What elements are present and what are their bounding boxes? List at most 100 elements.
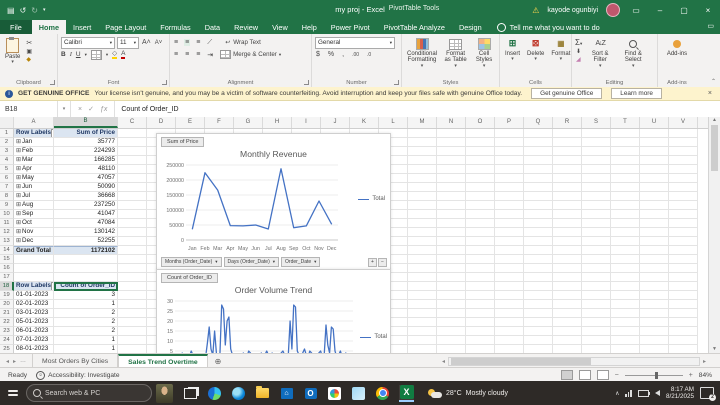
cell-Q13[interactable] [524,237,553,246]
cell-V16[interactable] [669,264,698,273]
cell-Q1[interactable] [524,129,553,138]
cell-R8[interactable] [553,192,582,201]
tab-review[interactable]: Review [227,20,265,34]
cell-M10[interactable] [408,210,437,219]
decrease-decimal-icon[interactable]: .0 [366,52,372,58]
expand-icon[interactable]: ⊞ [16,192,21,200]
formula-input[interactable]: Count of Order_ID [115,101,178,117]
cell-M24[interactable] [408,336,437,345]
cell-M12[interactable] [408,228,437,237]
cell-Q3[interactable] [524,147,553,156]
column-header-M[interactable]: M [408,117,437,128]
cell-P12[interactable] [495,228,524,237]
cell-T20[interactable] [611,300,640,309]
cell-U10[interactable] [640,210,669,219]
page-break-view-button[interactable] [597,370,609,380]
cell-P9[interactable] [495,201,524,210]
cell-M4[interactable] [408,156,437,165]
cell-C22[interactable] [118,318,147,327]
cell-U19[interactable] [640,291,669,300]
cell-T13[interactable] [611,237,640,246]
tray-overflow-icon[interactable]: ∧ [615,390,619,397]
column-header-G[interactable]: G [234,117,263,128]
cell-A11[interactable]: ⊞Oct [14,219,54,228]
cell-P11[interactable] [495,219,524,228]
accessibility-status[interactable]: ☺ Accessibility: Investigate [36,371,119,380]
cell-Q22[interactable] [524,318,553,327]
cell-U5[interactable] [640,165,669,174]
cell-A23[interactable]: 06-01-2023 [14,327,54,336]
cell-C1[interactable] [118,129,147,138]
cell-U6[interactable] [640,174,669,183]
cell-C8[interactable] [118,192,147,201]
cell-P15[interactable] [495,255,524,264]
cell-O17[interactable] [466,273,495,282]
font-size-select[interactable]: 11▾ [117,37,139,49]
cell-U4[interactable] [640,156,669,165]
cell-B23[interactable]: 2 [54,327,118,336]
cell-S23[interactable] [582,327,611,336]
cut-icon[interactable]: ✂ [25,39,33,47]
cell-V25[interactable] [669,345,698,353]
vertical-scrollbar[interactable]: ▲ ▼ [708,117,720,353]
cell-N6[interactable] [437,174,466,183]
cell-C3[interactable] [118,147,147,156]
cell-M23[interactable] [408,327,437,336]
cell-V8[interactable] [669,192,698,201]
cell-Q7[interactable] [524,183,553,192]
battery-icon[interactable] [638,390,649,397]
cell-V7[interactable] [669,183,698,192]
cell-T15[interactable] [611,255,640,264]
cell-M3[interactable] [408,147,437,156]
cell-Q8[interactable] [524,192,553,201]
cell-Q18[interactable] [524,282,553,291]
cell-M6[interactable] [408,174,437,183]
expand-icon[interactable]: ⊞ [16,156,21,164]
cell-T5[interactable] [611,165,640,174]
cell-R12[interactable] [553,228,582,237]
row-header-9[interactable]: 9 [0,201,14,210]
cell-O8[interactable] [466,192,495,201]
expand-icon[interactable]: ⊞ [16,210,21,218]
photos-icon[interactable] [327,386,342,401]
cell-N4[interactable] [437,156,466,165]
expand-field-icon[interactable]: + [368,258,377,267]
cell-O2[interactable] [466,138,495,147]
cell-Q5[interactable] [524,165,553,174]
indent-icon[interactable]: ⇥ [206,51,214,59]
column-header-V[interactable]: V [669,117,698,128]
cell-A24[interactable]: 07-01-2023 [14,336,54,345]
cell-V17[interactable] [669,273,698,282]
cell-P5[interactable] [495,165,524,174]
cell-O15[interactable] [466,255,495,264]
cell-Q21[interactable] [524,309,553,318]
cell-U1[interactable] [640,129,669,138]
tab-help[interactable]: Help [295,20,324,34]
get-genuine-office-button[interactable]: Get genuine Office [531,88,602,99]
format-as-table-button[interactable]: Format as Table▾ [442,37,469,76]
cell-B3[interactable]: 224293 [54,147,118,156]
cell-O12[interactable] [466,228,495,237]
cancel-icon[interactable]: × [78,106,82,113]
cell-A10[interactable]: ⊞Sep [14,210,54,219]
file-explorer-icon[interactable] [255,386,270,401]
redo-icon[interactable]: ↻ [31,6,38,15]
minimize-button[interactable]: – [652,6,668,15]
number-format-select[interactable]: General▾ [315,37,395,49]
chart-legend[interactable]: Total [360,334,387,340]
align-left-icon[interactable]: ≡ [173,51,179,58]
cell-U16[interactable] [640,264,669,273]
cell-P19[interactable] [495,291,524,300]
collapse-ribbon-icon[interactable]: ⌃ [711,78,716,85]
conditional-formatting-button[interactable]: Conditional Formatting▾ [405,37,439,76]
cell-P14[interactable] [495,246,524,255]
cell-B4[interactable]: 166285 [54,156,118,165]
cell-A18[interactable]: Row Labels▾ [14,282,54,291]
cell-N24[interactable] [437,336,466,345]
cell-N25[interactable] [437,345,466,353]
search-highlight-art[interactable] [156,384,173,403]
cell-C5[interactable] [118,165,147,174]
merge-center-button[interactable]: Merge & Center▾ [220,50,281,59]
cell-N13[interactable] [437,237,466,246]
task-view-icon[interactable] [183,386,198,401]
